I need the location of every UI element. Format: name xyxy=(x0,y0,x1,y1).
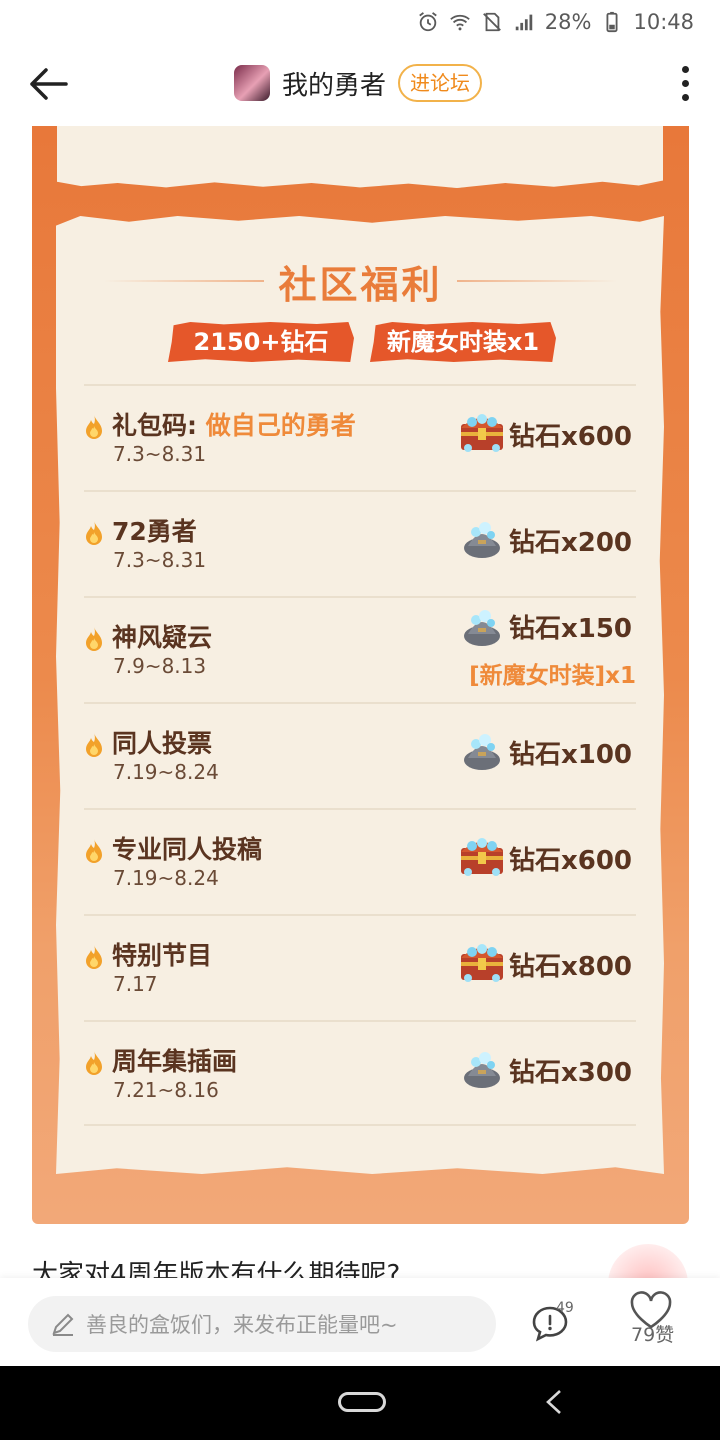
benefit-date: 7.19~8.24 xyxy=(113,866,219,890)
battery-percent: 28% xyxy=(544,10,592,34)
diamond-bag-icon xyxy=(458,516,506,560)
benefit-list: 礼包码: 做自己的勇者 7.3~8.31 钻石x600 72勇者 7.3~8.31 钻石x… xyxy=(84,384,636,1126)
benefit-date: 7.9~8.13 xyxy=(113,654,207,678)
nav-back-icon[interactable] xyxy=(544,1388,564,1416)
treasure-chest-icon xyxy=(458,834,506,878)
benefit-name: 特别节目 xyxy=(112,936,212,972)
benefit-date: 7.19~8.24 xyxy=(113,760,219,784)
benefit-row: 周年集插画 7.21~8.16 钻石x300 xyxy=(84,1020,636,1126)
page-title: 我的勇者 xyxy=(282,70,387,101)
costume-tag: 新魔女时装x1 xyxy=(370,322,556,362)
benefit-row: 72勇者 7.3~8.31 钻石x200 xyxy=(84,490,636,596)
community-benefits-banner: 社区福利 2150+钻石 新魔女时装x1 礼包码: 做自己的勇者 7.3~8.31… xyxy=(32,126,689,1224)
benefit-row: 特别节目 7.17 钻石x800 xyxy=(84,914,636,1020)
benefit-reward: 钻石x150 xyxy=(508,614,632,644)
back-arrow-icon[interactable] xyxy=(26,64,70,104)
benefit-reward: 钻石x300 xyxy=(508,1058,632,1088)
benefit-name: 神风疑云 xyxy=(112,618,212,654)
benefit-row: 神风疑云 7.9~8.13 钻石x150 [新魔女时装]x1 xyxy=(84,596,636,702)
diamond-bag-icon xyxy=(458,604,506,648)
enter-forum-button[interactable]: 进论坛 xyxy=(398,64,483,102)
benefit-date: 7.17 xyxy=(113,972,158,996)
benefit-extra-reward: [新魔女时装]x1 xyxy=(469,663,636,689)
benefit-name: 72勇者 xyxy=(112,512,197,548)
benefit-name-text: 礼包码: xyxy=(112,411,206,440)
benefit-name-text: 同人投票 xyxy=(112,729,213,758)
game-avatar[interactable] xyxy=(234,65,270,101)
benefit-name-text: 72勇者 xyxy=(112,517,197,546)
benefit-reward: 钻石x800 xyxy=(508,952,632,982)
benefit-reward: 钻石x600 xyxy=(508,846,632,876)
benefit-name: 周年集插画 xyxy=(112,1042,237,1078)
diamond-bag-icon xyxy=(458,1046,506,1090)
flame-icon xyxy=(84,520,104,546)
header-title-group: 我的勇者 进论坛 xyxy=(234,64,483,102)
treasure-chest-icon xyxy=(458,410,506,454)
status-bar: 28% 10:48 xyxy=(0,0,720,44)
benefit-row: 专业同人投稿 7.19~8.24 钻石x600 xyxy=(84,808,636,914)
flame-icon xyxy=(84,626,104,652)
benefit-name: 专业同人投稿 xyxy=(112,830,262,866)
benefit-name-text: 特别节目 xyxy=(112,941,213,970)
flame-icon xyxy=(84,944,104,970)
comment-placeholder: 善良的盒饭们，来发布正能量吧~ xyxy=(86,1313,398,1337)
no-sim-icon xyxy=(482,12,501,32)
diamond-bag-icon xyxy=(458,728,506,772)
wifi-icon xyxy=(450,14,470,31)
benefit-reward: 钻石x100 xyxy=(508,740,632,770)
benefit-name: 同人投票 xyxy=(112,724,212,760)
system-nav-bar xyxy=(0,1366,720,1440)
battery-icon xyxy=(606,11,618,33)
title-divider-right xyxy=(457,280,617,282)
benefit-name-text: 专业同人投稿 xyxy=(112,835,263,864)
benefit-date: 7.3~8.31 xyxy=(113,442,207,466)
benefit-name-text: 周年集插画 xyxy=(112,1047,238,1076)
benefit-date: 7.3~8.31 xyxy=(113,548,207,572)
treasure-chest-icon xyxy=(458,940,506,984)
app-bar: 我的勇者 进论坛 xyxy=(0,44,720,126)
benefit-row: 礼包码: 做自己的勇者 7.3~8.31 钻石x600 xyxy=(84,384,636,490)
like-count[interactable]: 79赞 xyxy=(631,1320,674,1347)
paper-scroll-top xyxy=(57,126,663,188)
benefit-row: 同人投票 7.19~8.24 钻石x100 xyxy=(84,702,636,808)
benefit-reward: 钻石x600 xyxy=(508,422,632,452)
flame-icon xyxy=(84,414,104,440)
flame-icon xyxy=(84,1050,104,1076)
comment-bar: 善良的盒饭们，来发布正能量吧~ 49 79赞 xyxy=(0,1278,720,1366)
benefit-name: 礼包码: 做自己的勇者 xyxy=(112,406,356,442)
comment-input[interactable]: 善良的盒饭们，来发布正能量吧~ xyxy=(28,1296,496,1352)
diamond-total-tag: 2150+钻石 xyxy=(168,322,354,362)
benefit-name-text: 神风疑云 xyxy=(112,623,213,652)
flame-icon xyxy=(84,732,104,758)
clock: 10:48 xyxy=(633,10,694,34)
alarm-icon xyxy=(418,12,437,32)
benefit-name-highlight: 做自己的勇者 xyxy=(205,411,356,440)
more-vertical-icon[interactable] xyxy=(680,66,690,104)
home-button[interactable] xyxy=(338,1392,386,1412)
benefit-reward: 钻石x200 xyxy=(508,528,632,558)
flame-icon xyxy=(84,838,104,864)
benefit-date: 7.21~8.16 xyxy=(113,1078,219,1102)
pencil-icon xyxy=(52,1313,74,1336)
comment-count: 49 xyxy=(556,1300,574,1316)
signal-icon xyxy=(515,14,533,31)
